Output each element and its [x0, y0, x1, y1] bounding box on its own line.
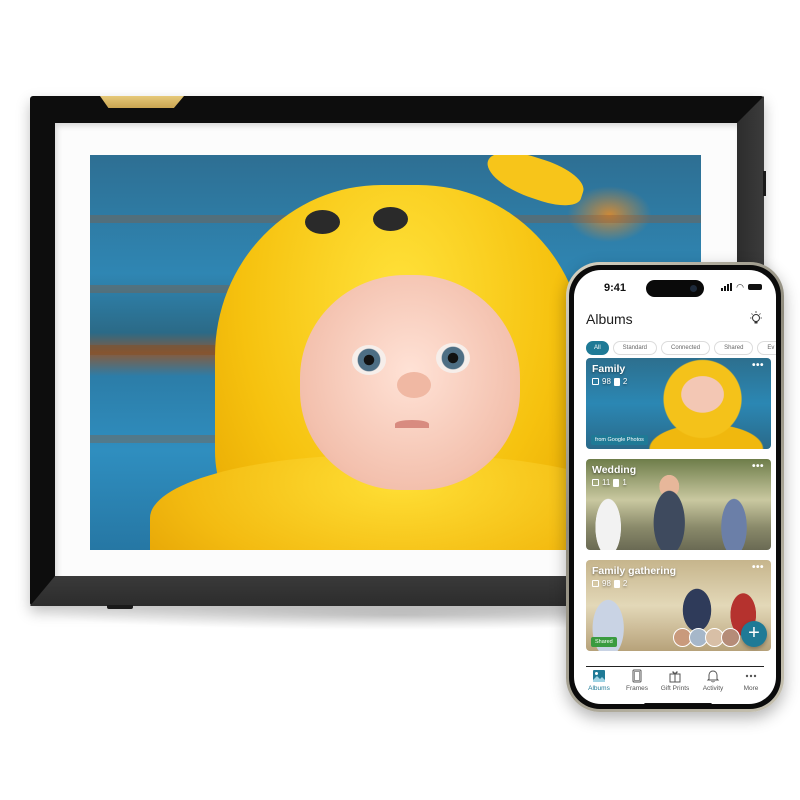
- frame-count-icon: [613, 579, 620, 588]
- status-time: 9:41: [604, 282, 627, 294]
- frame-count: 2: [622, 377, 628, 386]
- baby-eye-right: [436, 343, 470, 373]
- hood-eye-right: [373, 207, 408, 231]
- frame-icon: [632, 669, 642, 683]
- tab-label: Albums: [588, 685, 610, 692]
- frame-side-button[interactable]: [763, 171, 766, 196]
- photo-count: 98: [602, 579, 611, 588]
- filter-chip-standard[interactable]: Standard: [612, 341, 658, 355]
- tab-label: Gift Prints: [660, 685, 690, 692]
- tab-label: More: [743, 685, 759, 692]
- bottom-tab-bar: Albums Frames Gift Prints Activity More: [574, 669, 776, 692]
- more-options-icon[interactable]: •••: [752, 461, 764, 472]
- source-badge: from Google Photos: [591, 435, 648, 445]
- photo-count-icon: [592, 580, 599, 587]
- phone-screen: 9:41 ◠ Albums All Standard Connected Sha…: [574, 270, 776, 704]
- battery-icon: [748, 284, 762, 290]
- photo-count-icon: [592, 378, 599, 385]
- member-avatars: [673, 628, 740, 647]
- album-name: Family: [592, 363, 626, 375]
- photo-count-icon: [592, 479, 599, 486]
- photo-count: 98: [602, 377, 611, 386]
- tab-frames[interactable]: Frames: [618, 669, 656, 692]
- add-album-button[interactable]: +: [741, 621, 767, 647]
- home-indicator[interactable]: [644, 703, 712, 704]
- album-counts: 98 2: [592, 579, 627, 588]
- album-name: Wedding: [592, 464, 637, 476]
- more-options-icon[interactable]: •••: [752, 562, 764, 573]
- photo-count: 11: [602, 478, 611, 487]
- frame-count-icon: [613, 377, 620, 386]
- gift-icon: [669, 671, 681, 683]
- tab-gift-prints[interactable]: Gift Prints: [656, 669, 694, 692]
- filter-chip-events[interactable]: Ev: [757, 341, 776, 355]
- album-counts: 98 2: [592, 377, 627, 386]
- baby-nose: [397, 372, 431, 398]
- bell-icon: [706, 670, 720, 683]
- camera-icon: [690, 285, 697, 292]
- frame-power-button[interactable]: [107, 605, 133, 609]
- phone-bezel: 9:41 ◠ Albums All Standard Connected Sha…: [569, 265, 781, 709]
- hood-horn: [481, 155, 589, 213]
- more-options-icon[interactable]: •••: [752, 360, 764, 371]
- frame-count-icon: [613, 478, 620, 487]
- frame-count: 2: [622, 579, 628, 588]
- system-icons: ◠: [721, 282, 762, 292]
- album-card-wedding[interactable]: Wedding 11 1 •••: [586, 459, 771, 550]
- image-icon: [593, 670, 605, 682]
- tab-label: Frames: [625, 685, 649, 692]
- baby-eye-left: [352, 345, 386, 375]
- wifi-icon: ◠: [736, 282, 744, 292]
- tab-activity[interactable]: Activity: [694, 669, 732, 692]
- page-title: Albums: [586, 311, 633, 327]
- status-bar: 9:41 ◠: [574, 280, 776, 297]
- lightbulb-icon[interactable]: [748, 310, 764, 326]
- baby-mouth: [395, 420, 429, 428]
- shared-badge: Shared: [591, 637, 617, 647]
- filter-chip-shared[interactable]: Shared: [714, 341, 754, 355]
- filter-chips: All Standard Connected Shared Ev: [586, 341, 776, 355]
- album-card-family-gathering[interactable]: Family gathering 98 2 ••• Shared +: [586, 560, 771, 651]
- hood-eye-left: [305, 210, 340, 234]
- tabbar-divider: [586, 666, 764, 667]
- frame-count: 1: [622, 478, 627, 487]
- tab-label: Activity: [702, 685, 724, 692]
- frame-gold-accent: [100, 96, 184, 108]
- filter-chip-connected[interactable]: Connected: [661, 341, 711, 355]
- tab-albums[interactable]: Albums: [580, 669, 618, 692]
- album-counts: 11 1: [592, 478, 627, 487]
- tab-more[interactable]: More: [732, 669, 770, 692]
- signal-icon: [721, 283, 733, 291]
- more-icon: [745, 674, 757, 678]
- avatar: [721, 628, 740, 647]
- album-name: Family gathering: [592, 565, 677, 577]
- album-card-family[interactable]: Family 98 2 ••• from Google Photos: [586, 358, 771, 449]
- dynamic-island: [646, 280, 704, 297]
- filter-chip-all[interactable]: All: [586, 341, 609, 355]
- baby-face: [300, 275, 520, 490]
- smartphone: 9:41 ◠ Albums All Standard Connected Sha…: [566, 262, 784, 712]
